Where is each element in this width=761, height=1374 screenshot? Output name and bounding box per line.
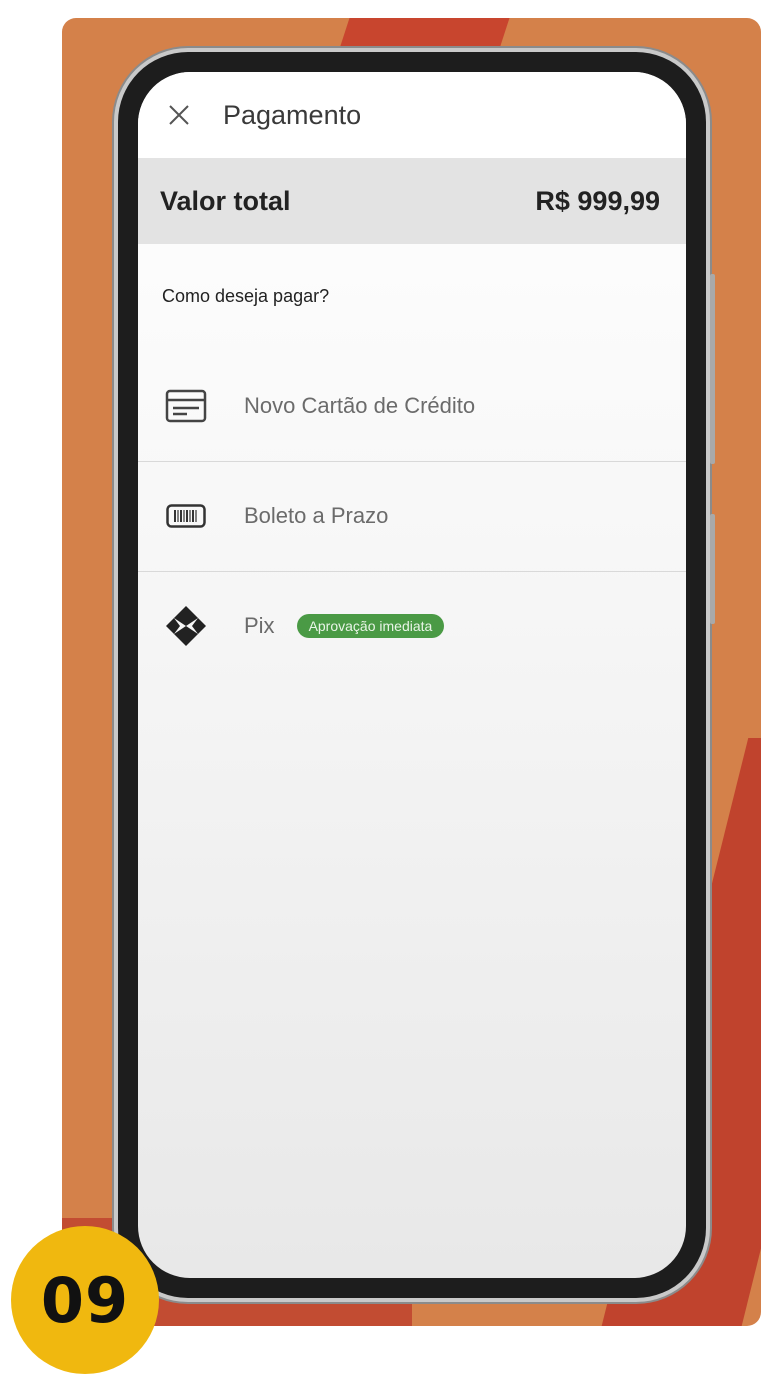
total-label: Valor total [160,185,291,216]
phone-volume-button [710,274,715,464]
payment-option-pix[interactable]: Pix Aprovação imediata [138,571,686,681]
app-bar: Pagamento [138,72,686,159]
pix-icon [164,606,208,646]
payment-question: Como deseja pagar? [162,286,330,306]
payment-option-label: Boleto a Prazo [244,503,389,528]
phone-power-button [710,514,715,624]
payment-option-boleto[interactable]: Boleto a Prazo [138,461,686,572]
step-number: 09 [40,1263,130,1337]
page-title: Pagamento [223,99,362,130]
step-number-badge: 09 [11,1226,159,1374]
credit-card-icon [164,386,208,426]
payment-option-label: Pix [244,613,275,638]
close-icon[interactable] [165,101,193,129]
payment-option-credit-card[interactable]: Novo Cartão de Crédito [138,351,686,462]
payment-option-label: Novo Cartão de Crédito [244,393,476,418]
total-bar: Valor total R$ 999,99 [138,158,686,244]
phone-frame: Pagamento Valor total R$ 999,99 Como des… [118,52,715,1298]
barcode-icon [164,496,208,536]
approval-badge: Aprovação imediata [296,614,445,638]
phone-screen: Pagamento Valor total R$ 999,99 Como des… [138,72,686,1278]
total-value: R$ 999,99 [535,185,660,216]
